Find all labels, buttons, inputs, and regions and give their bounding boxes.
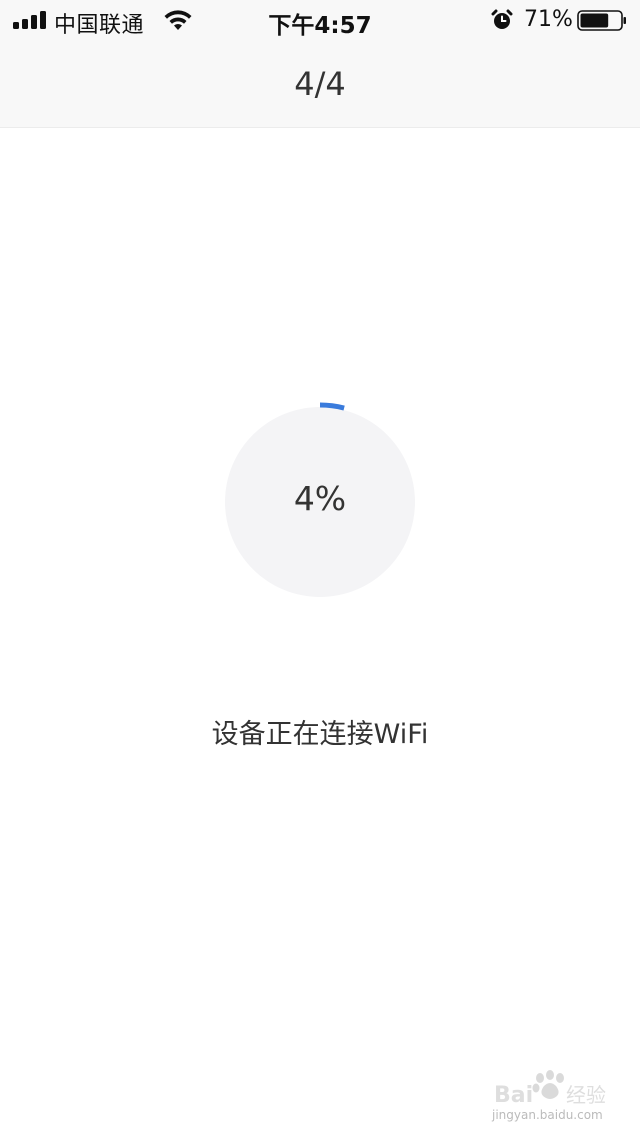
battery-percent: 71% <box>524 7 573 32</box>
alarm-icon <box>491 9 513 29</box>
svg-text:Bai: Bai <box>494 1083 533 1108</box>
battery-icon <box>577 10 626 31</box>
nav-bar: 4/4 <box>0 40 640 128</box>
watermark-url: jingyan.baidu.com <box>492 1108 603 1122</box>
status-bar: 中国联通 下午4:57 71% <box>0 0 640 40</box>
svg-text:经验: 经验 <box>566 1083 606 1107</box>
connection-status-text: 设备正在连接WiFi <box>211 719 429 750</box>
progress-percent-label: 4% <box>293 479 347 518</box>
page-title: 4/4 <box>294 65 346 103</box>
